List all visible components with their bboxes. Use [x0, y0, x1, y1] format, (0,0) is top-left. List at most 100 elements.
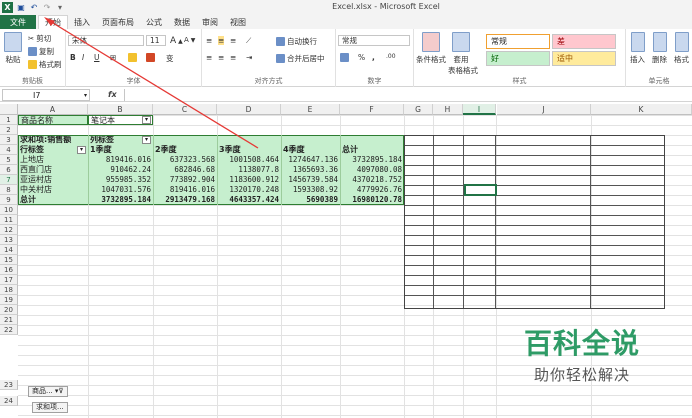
align-bottom-button[interactable]: ≡	[230, 36, 236, 45]
indent-button[interactable]: ⇥	[246, 53, 252, 62]
row-header-15[interactable]: 15	[0, 255, 18, 265]
row-header-19[interactable]: 19	[0, 295, 18, 305]
pivot-value-cell[interactable]: 1183600.912	[217, 175, 281, 185]
delete-cells-button[interactable]: 删除	[652, 32, 667, 65]
align-right-button[interactable]: ≡	[230, 53, 236, 62]
row-header-22[interactable]: 22	[0, 325, 18, 335]
column-header-i[interactable]: I	[463, 104, 496, 115]
pivot-value-cell[interactable]: 3732895.184	[340, 155, 404, 165]
row-header-5[interactable]: 5	[0, 155, 18, 165]
pivot-row-name[interactable]: 亚运村店	[18, 175, 88, 185]
pivot-value-cell[interactable]: 4370218.752	[340, 175, 404, 185]
align-left-button[interactable]: ≡	[206, 53, 212, 62]
tab-review[interactable]: 审阅	[196, 15, 224, 29]
pivot-value-cell[interactable]: 1320170.248	[217, 185, 281, 195]
row-header-21[interactable]: 21	[0, 315, 18, 325]
row-header-24[interactable]: 24	[0, 396, 18, 406]
font-size-select[interactable]: 11	[146, 35, 166, 46]
pivot-row-name[interactable]: 西直门店	[18, 165, 88, 175]
row-header-11[interactable]: 11	[0, 215, 18, 225]
pivot-column-header[interactable]: 4季度	[281, 145, 340, 155]
grow-font-button[interactable]: A ▲	[170, 36, 183, 46]
pivot-column-header[interactable]: 2季度	[153, 145, 217, 155]
active-cell-i7[interactable]	[464, 184, 497, 196]
fill-color-button[interactable]	[128, 53, 137, 62]
format-painter-button[interactable]: 格式刷	[28, 59, 62, 70]
row-header-20[interactable]: 20	[0, 305, 18, 315]
insert-cells-button[interactable]: 插入	[630, 32, 645, 65]
row-header-14[interactable]: 14	[0, 245, 18, 255]
cell-style-good[interactable]: 好	[486, 51, 550, 66]
pivot-value-cell[interactable]: 682846.68	[153, 165, 217, 175]
tab-view[interactable]: 视图	[224, 15, 252, 29]
pivot-value-cell[interactable]: 1456739.584	[281, 175, 340, 185]
pivot-value-cell[interactable]: 955985.352	[88, 175, 153, 185]
currency-button[interactable]	[340, 53, 349, 62]
pivot-row-name[interactable]: 上地店	[18, 155, 88, 165]
pivot-total-cell[interactable]: 5690389	[281, 195, 340, 205]
align-middle-button[interactable]: ≡	[218, 36, 225, 45]
column-header-g[interactable]: G	[404, 104, 433, 115]
row-header-10[interactable]: 10	[0, 205, 18, 215]
cell-style-normal[interactable]: 常规	[486, 34, 550, 49]
field-button-sum[interactable]: 求和项...	[32, 402, 68, 413]
tab-formulas[interactable]: 公式	[140, 15, 168, 29]
row-header-3[interactable]: 3	[0, 135, 18, 145]
pivot-value-cell[interactable]: 1365693.36	[281, 165, 340, 175]
merge-center-button[interactable]: 合并后居中	[276, 53, 325, 64]
pivot-total-cell[interactable]: 16980120.78	[340, 195, 404, 205]
field-button-product[interactable]: 商品... ▾⊽	[28, 386, 68, 397]
pivot-value-cell[interactable]: 1593308.92	[281, 185, 340, 195]
paste-button[interactable]: 粘贴	[4, 32, 22, 65]
number-format-select[interactable]: 常规	[338, 35, 410, 46]
row-header-8[interactable]: 8	[0, 185, 18, 195]
row-header-9[interactable]: 9	[0, 195, 18, 205]
format-as-table-button[interactable]: 套用	[452, 32, 470, 65]
pivot-value-cell[interactable]: 819416.016	[88, 155, 153, 165]
tab-data[interactable]: 数据	[168, 15, 196, 29]
row-header-13[interactable]: 13	[0, 235, 18, 245]
phonetic-button[interactable]: 变	[166, 53, 174, 64]
pivot-column-header[interactable]: 1季度	[88, 145, 153, 155]
pivot-row-dropdown-icon[interactable]: ▾	[77, 146, 86, 154]
pivot-total-cell[interactable]: 4643357.424	[217, 195, 281, 205]
format-cells-button[interactable]: 格式	[674, 32, 689, 65]
percent-button[interactable]: %	[358, 53, 365, 62]
pivot-value-cell[interactable]: 1047031.576	[88, 185, 153, 195]
pivot-filter-dropdown-icon[interactable]: ▾	[142, 116, 151, 124]
row-header-23[interactable]: 23	[0, 380, 18, 390]
column-header-b[interactable]: B	[88, 104, 153, 115]
row-header-1[interactable]: 1	[0, 115, 18, 125]
column-header-e[interactable]: E	[281, 104, 340, 115]
pivot-blank-cell[interactable]	[281, 135, 340, 145]
column-header-f[interactable]: F	[340, 104, 404, 115]
name-box[interactable]: I7 ▾	[2, 89, 90, 101]
row-header-12[interactable]: 12	[0, 225, 18, 235]
increase-decimal-button[interactable]: .00	[386, 53, 396, 60]
cut-button[interactable]: ✂ 剪切	[28, 33, 51, 44]
tab-file[interactable]: 文件	[0, 15, 36, 29]
tab-home[interactable]: 开始	[38, 15, 68, 29]
pivot-value-cell[interactable]: 637323.568	[153, 155, 217, 165]
column-header-d[interactable]: D	[217, 104, 281, 115]
border-button[interactable]: ⊞	[110, 53, 116, 62]
pivot-blank-cell[interactable]	[340, 135, 404, 145]
cell-style-neutral[interactable]: 适中	[552, 51, 616, 66]
row-header-4[interactable]: 4	[0, 145, 18, 155]
pivot-blank-cell[interactable]	[153, 135, 217, 145]
comma-button[interactable]: ,	[372, 53, 375, 62]
pivot-value-cell[interactable]: 1138077.8	[217, 165, 281, 175]
shrink-font-button[interactable]: A ▼	[184, 36, 195, 44]
italic-button[interactable]: I	[82, 53, 84, 62]
row-header-7[interactable]: 7	[0, 175, 18, 185]
pivot-blank-cell[interactable]	[217, 135, 281, 145]
row-header-16[interactable]: 16	[0, 265, 18, 275]
conditional-format-button[interactable]: 条件格式	[416, 32, 446, 65]
column-header-c[interactable]: C	[153, 104, 217, 115]
row-header-17[interactable]: 17	[0, 275, 18, 285]
pivot-sum-label[interactable]: 求和项:销售额	[18, 135, 88, 145]
wrap-text-button[interactable]: 自动换行	[276, 36, 317, 47]
select-all-corner[interactable]	[0, 104, 18, 115]
align-center-button[interactable]: ≡	[218, 53, 224, 62]
pivot-value-cell[interactable]: 773892.904	[153, 175, 217, 185]
